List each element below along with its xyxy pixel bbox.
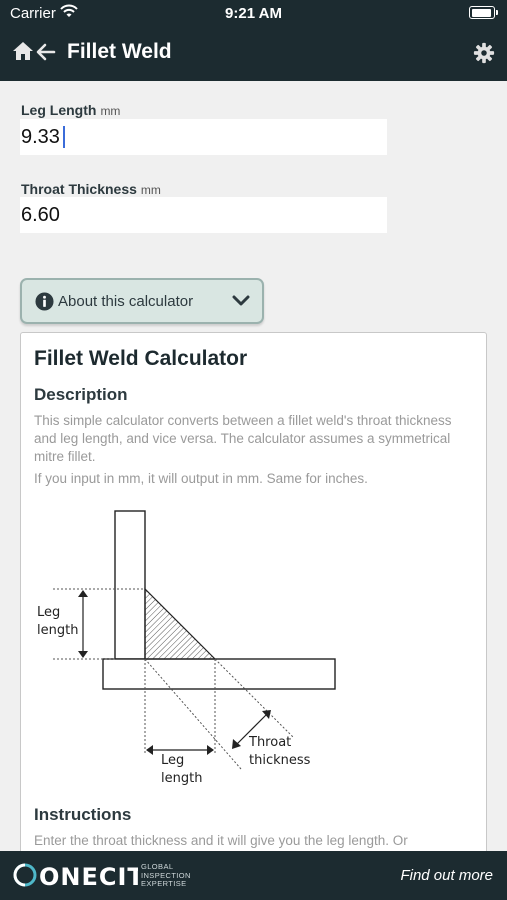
about-calculator-label: About this calculator [58, 293, 194, 310]
arrow-head [207, 745, 214, 755]
leg-length-input[interactable] [20, 119, 387, 155]
battery-icon [469, 6, 498, 19]
calculator-title: Fillet Weld Calculator [34, 347, 248, 370]
footer-tagline: GLOBAL INSPECTION EXPERTISE [141, 862, 191, 888]
leg-length-label-left: Leg [37, 605, 60, 620]
leg-length-label-bottom: Leg [161, 753, 184, 768]
nav-bar: Fillet Weld [0, 26, 507, 81]
info-icon [35, 292, 54, 316]
status-bar: Carrier 9:21 AM [0, 0, 507, 26]
vertical-plate [114, 510, 146, 660]
text-caret [63, 126, 65, 148]
throat-thickness-label: Throat [248, 735, 291, 750]
instructions-heading: Instructions [34, 805, 132, 824]
footer-banner[interactable]: ONECIT GLOBAL INSPECTION EXPERTISE Find … [0, 851, 507, 900]
arrow-head [78, 590, 88, 597]
throat-thickness-input[interactable] [20, 197, 387, 233]
instructions-text: Enter the throat thickness and it will g… [34, 833, 408, 848]
throat-thickness-label: Throat Thickness mm [21, 181, 161, 197]
fillet-weld-triangle [144, 587, 217, 660]
arrow-head [146, 745, 153, 755]
svg-text:ONECIT: ONECIT [39, 863, 138, 889]
description-heading: Description [34, 385, 128, 404]
horizontal-plate [102, 658, 336, 690]
leg-length-label-left: length [37, 623, 78, 638]
arrow-head [232, 739, 241, 749]
leg-length-label: Leg Length mm [21, 102, 121, 118]
leg-length-unit: mm [100, 104, 121, 118]
leg-length-label-bottom: length [161, 771, 202, 786]
description-note: If you input in mm, it will output in mm… [34, 471, 368, 486]
about-calculator-toggle[interactable]: About this calculator [20, 278, 264, 324]
throat-thickness-unit: mm [140, 183, 161, 197]
throat-thickness-label: thickness [249, 753, 311, 768]
find-out-more-link[interactable]: Find out more [400, 867, 493, 884]
chevron-down-icon [232, 294, 250, 312]
calculator-info-panel: Fillet Weld Calculator Description This … [20, 332, 487, 872]
fillet-weld-diagram: Leg length Leg length Throat thickness [37, 510, 336, 786]
page-title: Fillet Weld [67, 40, 172, 63]
back-arrow-icon[interactable] [36, 42, 56, 67]
home-icon[interactable] [12, 41, 34, 66]
gear-icon[interactable] [473, 42, 495, 69]
arrow-head [78, 651, 88, 658]
onecit-logo: ONECIT [13, 863, 138, 889]
clock: 9:21 AM [225, 5, 282, 22]
description-text: This simple calculator converts between … [34, 413, 452, 464]
